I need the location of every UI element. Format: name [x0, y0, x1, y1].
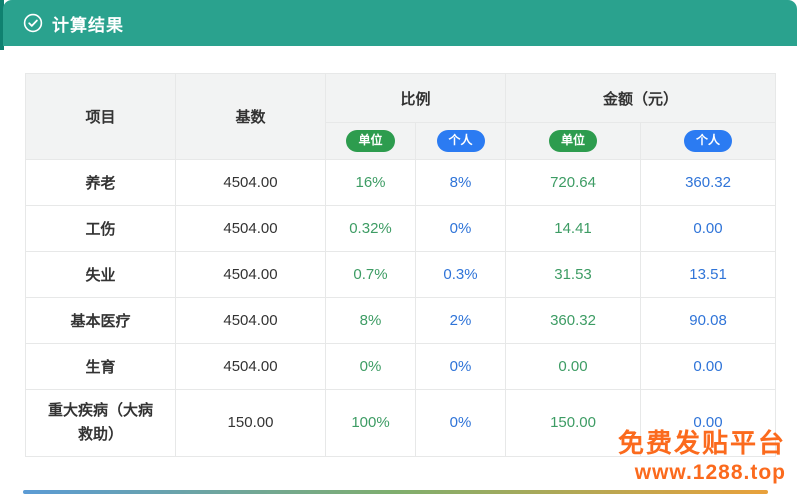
cell-item: 生育	[26, 344, 176, 390]
cell-amount-unit: 14.41	[506, 206, 641, 252]
personal-badge: 个人	[437, 130, 485, 152]
cell-ratio-personal: 0%	[416, 390, 506, 457]
cell-amount-personal: 90.08	[641, 298, 776, 344]
page-title: 计算结果	[52, 11, 124, 36]
cell-base: 150.00	[176, 390, 326, 457]
cell-amount-unit: 31.53	[506, 252, 641, 298]
personal-badge: 个人	[684, 130, 732, 152]
cell-amount-personal: 360.32	[641, 160, 776, 206]
cell-amount-unit: 150.00	[506, 390, 641, 457]
table-row: 基本医疗 4504.00 8% 2% 360.32 90.08	[26, 298, 776, 344]
cell-amount-unit: 0.00	[506, 344, 641, 390]
cell-ratio-unit: 0.32%	[326, 206, 416, 252]
cell-ratio-unit: 0.7%	[326, 252, 416, 298]
col-header-amount-group: 金额（元）	[506, 74, 776, 123]
cell-amount-personal: 0.00	[641, 344, 776, 390]
cell-item: 重大疾病（大病救助）	[26, 390, 176, 457]
cell-ratio-personal: 0.3%	[416, 252, 506, 298]
table-row: 生育 4504.00 0% 0% 0.00 0.00	[26, 344, 776, 390]
cell-ratio-personal: 0%	[416, 344, 506, 390]
cell-amount-personal: 13.51	[641, 252, 776, 298]
ratio-unit-header-cell: 单位	[326, 123, 416, 160]
cell-ratio-unit: 8%	[326, 298, 416, 344]
table-header-group-row: 项目 基数 比例 金额（元）	[26, 74, 776, 123]
results-table: 项目 基数 比例 金额（元） 单位 个人 单位 个人 养老 4504.00 16…	[25, 73, 776, 457]
watermark-url: www.1288.top	[618, 461, 786, 485]
cell-amount-personal: 0.00	[641, 390, 776, 457]
cell-amount-unit: 720.64	[506, 160, 641, 206]
table-row: 失业 4504.00 0.7% 0.3% 31.53 13.51	[26, 252, 776, 298]
cell-ratio-personal: 8%	[416, 160, 506, 206]
cell-item: 养老	[26, 160, 176, 206]
cell-item: 基本医疗	[26, 298, 176, 344]
table-row: 工伤 4504.00 0.32% 0% 14.41 0.00	[26, 206, 776, 252]
cell-base: 4504.00	[176, 160, 326, 206]
amount-personal-header-cell: 个人	[641, 123, 776, 160]
unit-badge: 单位	[549, 130, 597, 152]
cell-amount-personal: 0.00	[641, 206, 776, 252]
cell-base: 4504.00	[176, 252, 326, 298]
cell-ratio-unit: 100%	[326, 390, 416, 457]
cell-ratio-unit: 16%	[326, 160, 416, 206]
cell-item: 失业	[26, 252, 176, 298]
col-header-item: 项目	[26, 74, 176, 160]
col-header-base: 基数	[176, 74, 326, 160]
cell-base: 4504.00	[176, 206, 326, 252]
cell-ratio-personal: 0%	[416, 206, 506, 252]
check-circle-icon	[23, 13, 43, 33]
cell-ratio-unit: 0%	[326, 344, 416, 390]
bottom-gradient-bar	[23, 490, 768, 494]
cell-ratio-personal: 2%	[416, 298, 506, 344]
col-header-ratio-group: 比例	[326, 74, 506, 123]
results-header-bar: 计算结果	[3, 0, 797, 46]
cell-base: 4504.00	[176, 298, 326, 344]
amount-unit-header-cell: 单位	[506, 123, 641, 160]
table-row: 重大疾病（大病救助） 150.00 100% 0% 150.00 0.00	[26, 390, 776, 457]
cell-amount-unit: 360.32	[506, 298, 641, 344]
unit-badge: 单位	[346, 130, 394, 152]
cell-base: 4504.00	[176, 344, 326, 390]
cell-item: 工伤	[26, 206, 176, 252]
table-row: 养老 4504.00 16% 8% 720.64 360.32	[26, 160, 776, 206]
ratio-personal-header-cell: 个人	[416, 123, 506, 160]
